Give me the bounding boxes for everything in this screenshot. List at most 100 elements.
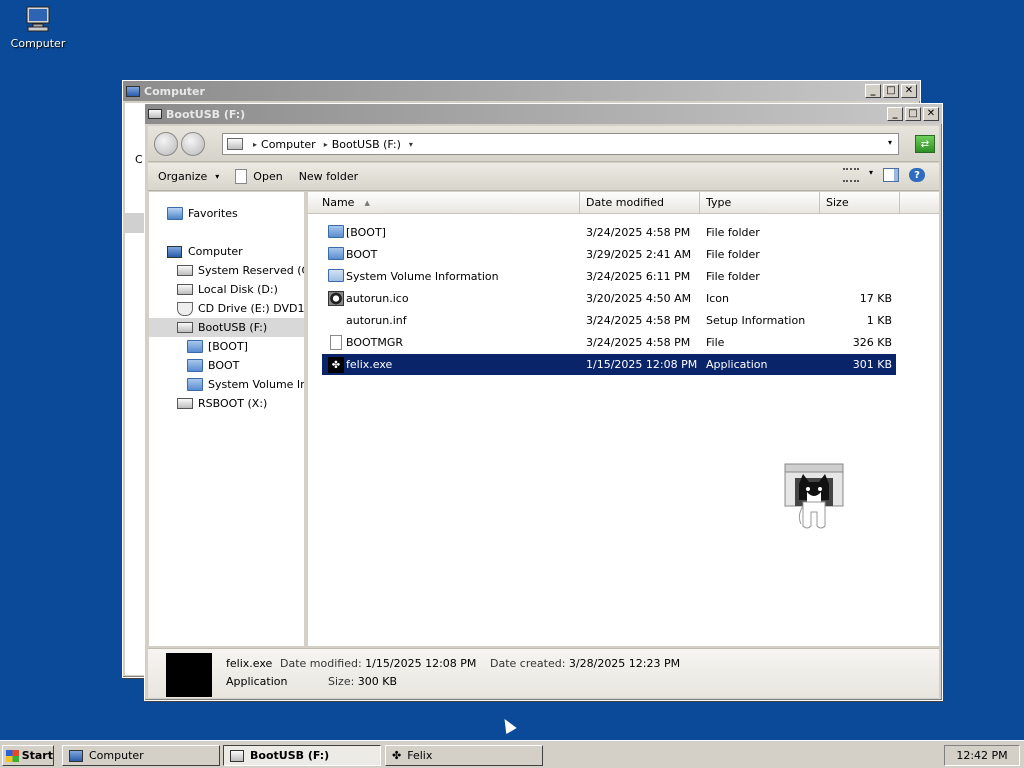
file-row[interactable]: BOOTMGR 3/24/2025 4:58 PM File 326 KB xyxy=(322,332,896,353)
drive-icon xyxy=(177,284,193,295)
start-button[interactable]: Start xyxy=(2,745,54,766)
close-button[interactable]: ✕ xyxy=(901,84,917,98)
details-size-value: 300 KB xyxy=(357,675,398,688)
file-type: Setup Information xyxy=(706,314,806,327)
address-bar[interactable]: ▸ Computer ▸ BootUSB (F:) ▾ ▾ xyxy=(222,133,899,155)
organize-label: Organize xyxy=(158,170,208,183)
help-icon[interactable]: ? xyxy=(909,168,925,182)
computer-window-title: Computer xyxy=(144,84,205,98)
nav-item-system-volume-information[interactable]: System Volume Information xyxy=(149,375,304,394)
computer-icon xyxy=(26,6,50,32)
views-icon[interactable] xyxy=(842,168,859,182)
nav-item-label: Computer xyxy=(188,245,243,258)
column-header-label: Size xyxy=(826,196,849,209)
drive-icon xyxy=(177,398,193,409)
details-date-modified-value: 1/15/2025 12:08 PM xyxy=(365,657,477,670)
address-dropdown-icon[interactable]: ▾ xyxy=(888,138,892,147)
minimize-button[interactable]: _ xyxy=(887,107,903,121)
file-date: 3/29/2025 2:41 AM xyxy=(586,248,692,261)
details-date-created-value: 3/28/2025 12:23 PM xyxy=(568,657,681,670)
nav-item-boot-bracket[interactable]: [BOOT] xyxy=(149,337,304,356)
bootusb-window[interactable]: BootUSB (F:) _ □ ✕ ▸ Computer ▸ BootUSB … xyxy=(144,103,943,701)
preview-pane-icon[interactable] xyxy=(883,168,899,182)
folder-icon xyxy=(187,378,203,391)
refresh-button[interactable]: ⇄ xyxy=(915,135,935,153)
file-type: File folder xyxy=(706,226,760,239)
breadcrumb-separator[interactable]: ▸ xyxy=(324,140,328,149)
taskbar-item-label: Computer xyxy=(89,749,144,762)
file-icon xyxy=(235,169,248,184)
column-header-size[interactable]: Size xyxy=(820,192,900,214)
file-name: autorun.ico xyxy=(346,292,409,305)
nav-item-cd-drive[interactable]: CD Drive (E:) DVD1 xyxy=(149,299,304,318)
chevron-down-icon[interactable]: ▾ xyxy=(409,140,413,149)
nav-item-favorites[interactable]: Favorites xyxy=(149,204,304,223)
column-header-date[interactable]: Date modified xyxy=(580,192,700,214)
drive-icon xyxy=(177,322,193,333)
clock-label: 12:42 PM xyxy=(956,749,1008,762)
breadcrumb-bootusb[interactable]: BootUSB (F:) xyxy=(332,138,401,151)
bootusb-window-titlebar[interactable]: BootUSB (F:) _ □ ✕ xyxy=(145,104,942,124)
file-name: System Volume Information xyxy=(346,270,499,283)
forward-button[interactable] xyxy=(181,132,205,156)
taskbar-item-computer[interactable]: Computer xyxy=(62,745,220,766)
close-button[interactable]: ✕ xyxy=(923,107,939,121)
back-button[interactable] xyxy=(154,132,178,156)
details-size: Size: 300 KB xyxy=(328,675,397,688)
file-row[interactable]: autorun.inf 3/24/2025 4:58 PM Setup Info… xyxy=(322,310,896,331)
desktop-computer-label: Computer xyxy=(10,37,66,50)
file-icon xyxy=(330,335,342,350)
breadcrumb-separator[interactable]: ▸ xyxy=(253,140,257,149)
nav-item-local-disk[interactable]: Local Disk (D:) xyxy=(149,280,304,299)
file-row[interactable]: System Volume Information 3/24/2025 6:11… xyxy=(322,266,896,287)
taskbar: Start Computer BootUSB (F:) ✤ Felix 12:4… xyxy=(0,740,1024,768)
minimize-button[interactable]: _ xyxy=(865,84,881,98)
nav-item-label: CD Drive (E:) DVD1 xyxy=(198,302,305,315)
cat-door-icon[interactable] xyxy=(783,462,845,532)
nav-item-computer[interactable]: Computer xyxy=(149,242,304,261)
paw-icon: ✤ xyxy=(392,749,402,762)
computer-icon xyxy=(167,245,182,258)
navigation-bar: ▸ Computer ▸ BootUSB (F:) ▾ ▾ ⇄ xyxy=(148,126,939,162)
details-file-name: felix.exe xyxy=(226,657,273,670)
file-type: File xyxy=(706,336,725,349)
column-header-type[interactable]: Type xyxy=(700,192,820,214)
nav-item-system-reserved[interactable]: System Reserved (C:) xyxy=(149,261,304,280)
details-date-created: Date created: 3/28/2025 12:23 PM xyxy=(490,657,680,670)
breadcrumb-computer[interactable]: Computer xyxy=(261,138,316,151)
file-row-selected[interactable]: ✤ felix.exe 1/15/2025 12:08 PM Applicati… xyxy=(322,354,896,375)
nav-item-label: Local Disk (D:) xyxy=(198,283,278,296)
folder-icon xyxy=(187,359,203,372)
views-dropdown-icon[interactable]: ▾ xyxy=(869,168,873,182)
nav-item-label: System Reserved (C:) xyxy=(198,264,306,277)
favorites-folder-icon xyxy=(167,207,183,220)
file-row[interactable]: [BOOT] 3/24/2025 4:58 PM File folder xyxy=(322,222,896,243)
system-tray-clock[interactable]: 12:42 PM xyxy=(944,745,1020,766)
folder-icon xyxy=(328,247,344,260)
desktop-computer-icon[interactable]: Computer xyxy=(8,6,68,50)
column-header-name[interactable]: Name ▲ xyxy=(308,192,580,214)
computer-window-titlebar[interactable]: Computer _ □ ✕ xyxy=(123,81,920,101)
organize-button[interactable]: Organize ▾ xyxy=(158,170,219,183)
maximize-button[interactable]: □ xyxy=(905,107,921,121)
nav-item-rsboot[interactable]: RSBOOT (X:) xyxy=(149,394,304,413)
nav-item-bootusb[interactable]: BootUSB (F:) xyxy=(149,318,304,337)
nav-item-boot[interactable]: BOOT xyxy=(149,356,304,375)
paw-app-icon: ✤ xyxy=(328,357,344,373)
file-list: Name ▲ Date modified Type Size [BOOT] 3/… xyxy=(308,192,939,646)
file-row[interactable]: autorun.ico 3/20/2025 4:50 AM Icon 17 KB xyxy=(322,288,896,309)
sort-ascending-icon: ▲ xyxy=(364,198,370,207)
file-row[interactable]: BOOT 3/29/2025 2:41 AM File folder xyxy=(322,244,896,265)
windows-logo-icon xyxy=(6,749,19,762)
new-folder-button[interactable]: New folder xyxy=(299,170,358,183)
taskbar-item-felix[interactable]: ✤ Felix xyxy=(385,745,543,766)
open-button[interactable]: Open xyxy=(235,169,283,184)
taskbar-item-bootusb[interactable]: BootUSB (F:) xyxy=(223,745,381,766)
nav-item-label: BOOT xyxy=(208,359,240,372)
maximize-button[interactable]: □ xyxy=(883,84,899,98)
file-type: File folder xyxy=(706,270,760,283)
file-size: 1 KB xyxy=(866,314,892,327)
drive-icon xyxy=(227,138,243,150)
file-name: autorun.inf xyxy=(346,314,407,327)
mouse-cursor xyxy=(499,715,517,735)
